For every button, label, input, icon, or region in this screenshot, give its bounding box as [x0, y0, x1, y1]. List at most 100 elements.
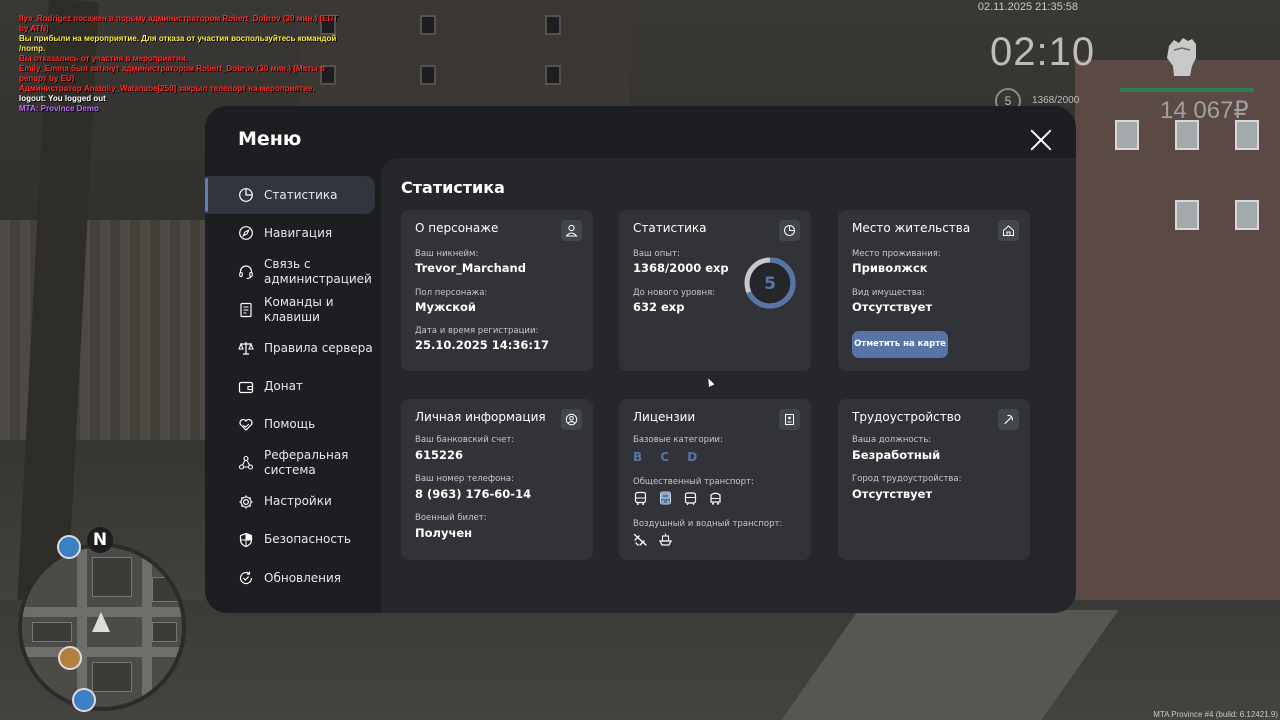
nickname-label: Ваш никнейм: — [415, 249, 479, 259]
sidebar-item-5[interactable]: Правила сервера — [205, 329, 381, 367]
sidebar-item-3[interactable]: Связь с администрацией — [205, 253, 381, 291]
sidebar-item-11[interactable]: Обновления — [205, 559, 381, 597]
position-value: Безработный — [852, 448, 941, 462]
health-bar — [1120, 88, 1254, 92]
menu-window: Меню Статистика Навигация Связь с админист… — [205, 106, 1076, 613]
headset-icon — [238, 264, 254, 280]
registration-value: 25.10.2025 14:36:17 — [415, 338, 549, 352]
sidebar-item-label: Обновления — [264, 570, 342, 585]
menu-title: Меню — [238, 128, 302, 150]
chat-line: Вы отказались от участия в мероприятии. — [19, 54, 189, 63]
nickname-value: Trevor_Marchand — [415, 261, 526, 275]
pickaxe-icon — [998, 409, 1019, 430]
building-window — [1235, 200, 1259, 230]
radar-road — [22, 647, 182, 657]
radar-blip-icon — [72, 688, 96, 712]
building-window — [1115, 120, 1139, 150]
employment-city-label: Город трудоустройства: — [852, 474, 962, 484]
scales-icon — [238, 340, 254, 356]
hud-money: 14 067₽ — [1160, 97, 1249, 124]
close-button[interactable] — [1029, 128, 1053, 152]
background-building — [1075, 60, 1280, 620]
sidebar-item-label: Реферальная система — [264, 448, 349, 478]
base-categories-value: B C D — [633, 450, 705, 464]
sidebar-item-10[interactable]: Безопасность — [205, 521, 381, 559]
chat-log: Ilya_Rodrigez посажен в порьму администр… — [19, 14, 339, 114]
network-icon — [238, 455, 254, 471]
sidebar-item-6[interactable]: Донат — [205, 367, 381, 405]
hud-exp: 1368/2000 — [1032, 95, 1080, 106]
chat-line: logout: You logged out — [19, 94, 106, 103]
tram-icon — [683, 491, 698, 506]
sidebar-item-label: Помощь — [264, 417, 316, 432]
menu-sidebar: Статистика Навигация Связь с администрацие… — [205, 176, 381, 597]
exp-value: 1368/2000 exp — [633, 261, 729, 275]
property-label: Вид имущества: — [852, 288, 925, 298]
id-card-icon — [779, 409, 800, 430]
sidebar-item-1[interactable]: Статистика — [205, 176, 375, 215]
phone-value: 8 (963) 176-60-14 — [415, 487, 532, 501]
base-categories-label: Базовые категории: — [633, 435, 723, 445]
position-label: Ваша должность: — [852, 435, 932, 445]
sidebar-item-label: Статистика — [264, 187, 338, 202]
character-card: О персонаже Ваш никнейм: Trevor_Marchand… — [401, 210, 593, 371]
bus-front-icon — [658, 491, 673, 506]
sidebar-item-7[interactable]: Помощь — [205, 406, 381, 444]
radar-block — [152, 622, 177, 642]
radar-road — [142, 547, 152, 707]
place-value: Приволжск — [852, 261, 928, 275]
build-info: MTA Province #4 (build: 6.12421.9) — [1153, 710, 1278, 719]
sidebar-item-label: Донат — [264, 379, 303, 394]
radar-north-marker: N — [87, 527, 113, 553]
phone-label: Ваш номер телефона: — [415, 474, 514, 484]
content-title: Статистика — [401, 178, 505, 197]
radar-block — [92, 662, 132, 692]
shield-icon — [238, 532, 254, 548]
sidebar-item-label: Безопасность — [264, 532, 351, 547]
place-label: Место проживания: — [852, 249, 941, 259]
employment-card: Трудоустройство Ваша должность: Безработ… — [838, 399, 1030, 560]
military-value: Получен — [415, 526, 473, 540]
pie-chart-icon — [779, 220, 800, 241]
sidebar-item-8[interactable]: Реферальная система — [205, 444, 381, 482]
building-window — [420, 15, 436, 35]
sidebar-item-4[interactable]: Команды и клавиши — [205, 291, 381, 329]
registration-label: Дата и время регистрации: — [415, 326, 539, 336]
card-title: О персонаже — [415, 221, 499, 235]
bank-label: Ваш банковский счет: — [415, 435, 515, 445]
employment-city-value: Отсутствует — [852, 487, 933, 501]
card-title: Личная информация — [415, 410, 546, 424]
card-title: Лицензии — [633, 410, 696, 424]
next-level-label: До нового уровня: — [633, 288, 716, 298]
chat-line: Ilya_Rodrigez посажен в порьму администр… — [19, 14, 339, 33]
gender-label: Пол персонажа: — [415, 288, 488, 298]
public-transport-label: Общественный транспорт: — [633, 477, 754, 487]
fist-weapon-icon — [1160, 32, 1202, 78]
heart-hand-icon — [238, 417, 254, 433]
wallet-icon — [238, 379, 254, 395]
mark-on-map-button[interactable]: Отметить на карте — [852, 331, 948, 358]
document-icon — [238, 302, 254, 318]
bus-icon — [633, 491, 648, 506]
sidebar-item-label: Настройки — [264, 494, 332, 509]
background-building — [300, 0, 630, 110]
card-title: Статистика — [633, 221, 707, 235]
card-title: Место жительства — [852, 221, 971, 235]
pie-chart-icon — [238, 187, 254, 203]
public-transport-icons — [633, 491, 723, 506]
level-progress-ring: 5 — [743, 256, 797, 310]
sidebar-item-2[interactable]: Навигация — [205, 214, 381, 252]
bank-value: 615226 — [415, 448, 464, 462]
boat-icon — [658, 532, 673, 547]
chat-line: Администратор Anatoliy_Watanabe[250] зак… — [19, 84, 315, 93]
compass-icon — [238, 225, 254, 241]
user-icon — [561, 220, 582, 241]
personal-info-card: Личная информация Ваш банковский счет: 6… — [401, 399, 593, 560]
level-number: 5 — [764, 274, 776, 294]
building-window — [545, 15, 561, 35]
sidebar-item-label: Команды и клавиши — [264, 295, 334, 325]
statistics-card: Статистика Ваш опыт: 1368/2000 exp До но… — [619, 210, 811, 371]
trolleybus-icon — [708, 491, 723, 506]
radar-blip-icon — [57, 535, 81, 559]
sidebar-item-9[interactable]: Настройки — [205, 482, 381, 520]
